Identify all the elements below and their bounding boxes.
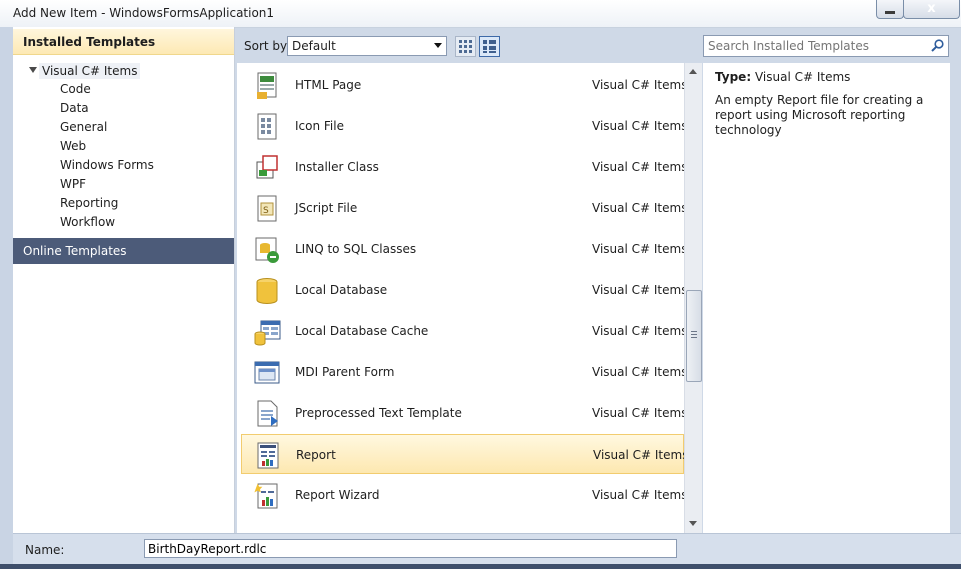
installed-templates-label: Installed Templates <box>23 35 156 49</box>
close-icon: x <box>927 1 936 16</box>
tree-item-wpf[interactable]: WPF <box>60 177 86 195</box>
template-category: Visual C# Items <box>592 78 684 92</box>
template-category: Visual C# Items <box>592 119 684 133</box>
minimize-button[interactable] <box>876 0 904 19</box>
small-icons-view-icon <box>459 40 472 53</box>
template-name: Report <box>296 448 336 462</box>
report-icon <box>257 442 279 469</box>
templates-list: HTML Page Visual C# Items Icon File Visual … <box>237 63 684 533</box>
svg-text:S: S <box>263 206 269 216</box>
template-item-jscript-file[interactable]: S JScript File Visual C# Items <box>241 188 684 228</box>
template-name: MDI Parent Form <box>295 365 395 379</box>
template-type-value: Visual C# Items <box>754 70 851 84</box>
template-item-local-database-cache[interactable]: Local Database Cache Visual C# Items <box>241 311 684 351</box>
search-input[interactable] <box>708 38 923 54</box>
template-item-linq-to-sql-classes[interactable]: LINQ to SQL Classes Visual C# Items <box>241 229 684 269</box>
template-item-installer-class[interactable]: Installer Class Visual C# Items <box>241 147 684 187</box>
scroll-up-icon[interactable] <box>689 69 697 74</box>
tree-item-general[interactable]: General <box>60 120 107 138</box>
installer-class-icon <box>256 155 278 179</box>
template-category: Visual C# Items <box>592 283 684 297</box>
window-frame-left <box>0 27 13 564</box>
template-item-report-wizard[interactable]: Report Wizard Visual C# Items <box>241 475 684 515</box>
text-template-icon <box>257 400 278 427</box>
scroll-down-icon[interactable] <box>689 521 697 526</box>
report-wizard-icon <box>254 483 278 509</box>
jscript-file-icon: S <box>257 195 277 222</box>
close-button[interactable]: x <box>903 0 960 19</box>
template-name: Preprocessed Text Template <box>295 406 462 420</box>
tree-item-reporting[interactable]: Reporting <box>60 196 118 214</box>
local-database-cache-icon <box>254 320 281 346</box>
template-name: JScript File <box>295 201 358 215</box>
search-icon[interactable] <box>931 39 944 52</box>
template-category: Visual C# Items <box>593 448 684 462</box>
window-title: Add New Item - WindowsFormsApplication1 <box>13 6 275 20</box>
small-icons-view-button[interactable] <box>455 36 476 57</box>
template-type-label: Type: <box>715 70 752 84</box>
template-item-report[interactable]: Report Visual C# Items <box>241 434 684 474</box>
template-category: Visual C# Items <box>592 365 684 379</box>
online-templates-label: Online Templates <box>23 244 127 258</box>
template-category: Visual C# Items <box>592 488 684 502</box>
template-info-panel: Type: Visual C# Items An empty Report fi… <box>703 63 950 533</box>
template-type: Type: Visual C# Items <box>715 70 850 84</box>
template-item-html-page[interactable]: HTML Page Visual C# Items <box>241 65 684 105</box>
template-category: Visual C# Items <box>592 201 684 215</box>
icon-file-icon <box>257 113 277 140</box>
template-category: Visual C# Items <box>592 324 684 338</box>
tree-item-code[interactable]: Code <box>60 82 91 100</box>
tree-item-windows-forms[interactable]: Windows Forms <box>60 158 154 176</box>
expand-arrow-icon[interactable] <box>29 67 37 73</box>
template-category: Visual C# Items <box>592 406 684 420</box>
medium-icons-view-button[interactable] <box>479 36 500 57</box>
template-item-preprocessed-text-template[interactable]: Preprocessed Text Template Visual C# Item… <box>241 393 684 433</box>
template-categories-panel: Installed Templates Visual C# Items Code… <box>13 27 235 533</box>
tree-item-label: Visual C# Items <box>39 63 141 79</box>
html-page-icon <box>257 72 277 99</box>
installed-templates-header[interactable]: Installed Templates <box>13 29 234 55</box>
tree-item-data[interactable]: Data <box>60 101 89 119</box>
template-item-mdi-parent-form[interactable]: MDI Parent Form Visual C# Items <box>241 352 684 392</box>
template-name: Report Wizard <box>295 488 380 502</box>
tree-item-workflow[interactable]: Workflow <box>60 215 115 233</box>
template-name: Local Database Cache <box>295 324 429 338</box>
template-description: An empty Report file for creating a repo… <box>715 93 924 137</box>
template-name: LINQ to SQL Classes <box>295 242 417 256</box>
template-name: Installer Class <box>295 160 379 174</box>
tree-item-web[interactable]: Web <box>60 139 86 157</box>
medium-icons-view-icon <box>483 40 496 53</box>
template-item-local-database[interactable]: Local Database Visual C# Items <box>241 270 684 310</box>
template-category: Visual C# Items <box>592 242 684 256</box>
search-templates-box[interactable] <box>703 35 949 57</box>
sort-by-label: Sort by: <box>244 39 291 53</box>
name-bar: Name: <box>13 533 961 565</box>
local-database-icon <box>256 278 278 304</box>
title-bar: Add New Item - WindowsFormsApplication1 … <box>0 0 961 28</box>
linq-to-sql-icon <box>255 237 279 263</box>
name-label: Name: <box>25 543 65 557</box>
scroll-thumb[interactable] <box>686 290 702 382</box>
templates-scrollbar[interactable] <box>684 63 702 533</box>
template-name: Icon File <box>295 119 344 133</box>
sort-by-value: Default <box>292 39 336 53</box>
template-name: Local Database <box>295 283 388 297</box>
template-category: Visual C# Items <box>592 160 684 174</box>
sort-by-dropdown[interactable]: Default <box>287 36 447 56</box>
template-item-icon-file[interactable]: Icon File Visual C# Items <box>241 106 684 146</box>
template-name: HTML Page <box>295 78 362 92</box>
chevron-down-icon <box>434 43 442 48</box>
window-frame-bottom <box>0 564 961 569</box>
toolbar: Sort by: Default <box>234 27 961 63</box>
online-templates-header[interactable]: Online Templates <box>13 238 234 264</box>
mdi-parent-form-icon <box>254 361 280 384</box>
name-input[interactable] <box>144 539 677 558</box>
